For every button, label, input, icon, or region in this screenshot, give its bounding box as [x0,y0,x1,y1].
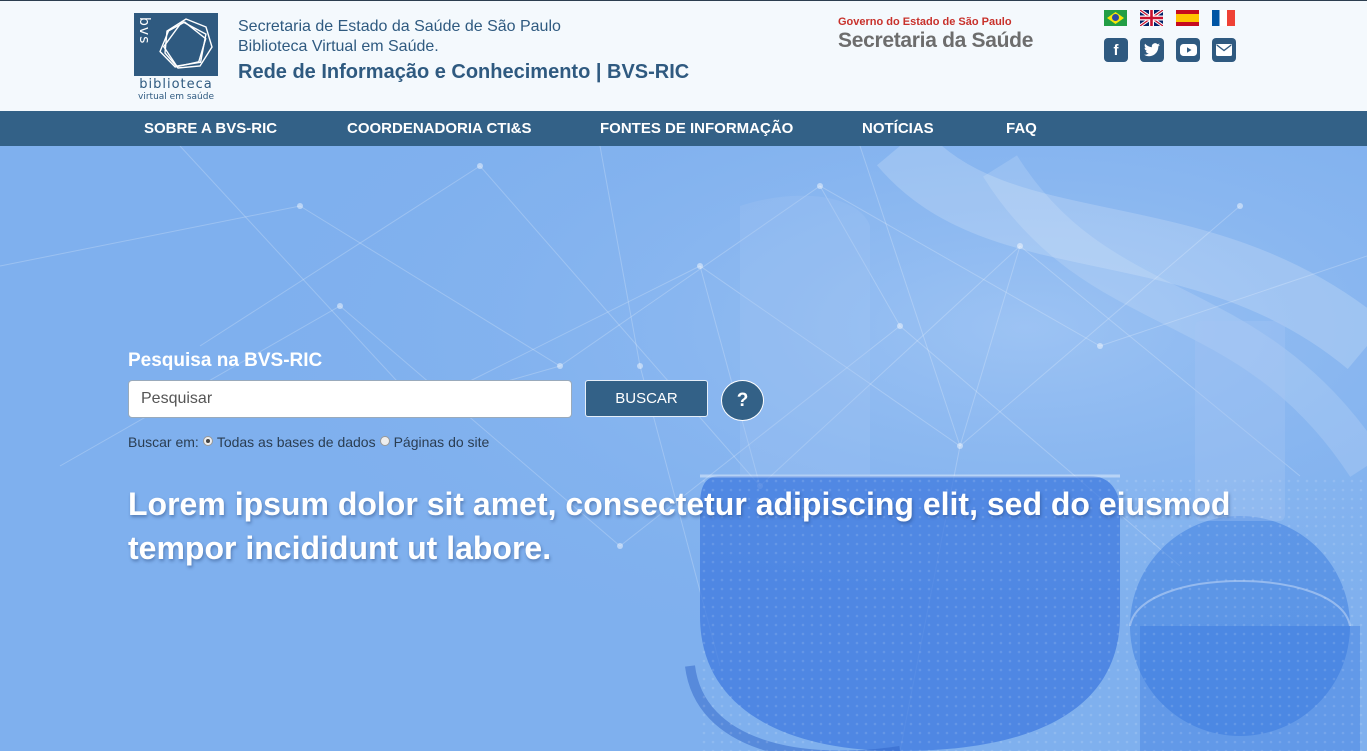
org-line-2: Biblioteca Virtual em Saúde. [238,38,439,55]
hero-lead-text: Lorem ipsum dolor sit amet, consectetur … [128,486,1231,566]
nav-item-coordenadoria[interactable]: COORDENADORIA CTI&S [347,111,531,146]
search-title: Pesquisa na BVS-RIC [128,350,323,371]
nav-item-faq[interactable]: FAQ [1006,111,1037,146]
radio-all-databases-label[interactable]: Todas as bases de dados [217,434,376,450]
flag-brazil-icon[interactable] [1104,10,1127,26]
org-title: Secretaria de Estado da Saúde de São Pau… [238,17,689,85]
gov-logo-line2: Secretaria da Saúde [838,29,1034,52]
org-line-1: Secretaria de Estado da Saúde de São Pau… [238,18,561,35]
hero-banner: Pesquisa na BVS-RIC BUSCAR ? Buscar em: … [0,146,1367,751]
nav-item-sobre[interactable]: SOBRE A BVS-RIC [144,111,277,146]
bvs-logo-graphic: bvs [136,17,213,69]
facebook-icon[interactable]: f [1104,38,1128,62]
nav-item-noticias[interactable]: NOTÍCIAS [862,111,934,146]
logo-mark-text: bvs [136,17,152,44]
twitter-icon[interactable] [1140,38,1164,62]
flag-spain-icon[interactable] [1176,10,1199,26]
email-icon[interactable] [1212,38,1236,62]
radio-site-pages[interactable] [379,436,390,446]
logo-wordmark-line1: biblioteca [139,77,213,92]
radio-site-pages-label[interactable]: Páginas do site [394,434,490,450]
language-selector [1104,10,1235,26]
search-scope-label: Buscar em: [128,434,199,450]
gov-logo[interactable]: Governo do Estado de São Paulo Secretari… [838,16,1033,53]
logo-wordmark-line2: virtual em saúde [138,92,214,102]
flag-france-icon[interactable] [1212,10,1235,26]
bvs-logo-mark: bvs [134,13,218,76]
bvs-logo[interactable]: bvs biblioteca virtual em saúde [134,13,218,103]
flag-uk-icon[interactable] [1140,10,1163,26]
main-nav: SOBRE A BVS-RIC COORDENADORIA CTI&S FONT… [0,111,1367,146]
nav-item-fontes[interactable]: FONTES DE INFORMAÇÃO [600,111,793,146]
radio-all-databases[interactable] [202,436,213,446]
search-input[interactable] [128,380,572,418]
gov-logo-line1: Governo do Estado de São Paulo [838,16,1012,28]
search-button[interactable]: BUSCAR [585,380,708,417]
search-scope: Buscar em: Todas as bases de dados Págin… [128,434,489,450]
youtube-icon[interactable] [1176,38,1200,62]
site-title[interactable]: Rede de Informação e Conhecimento | BVS-… [238,59,689,85]
search-help-button[interactable]: ? [721,380,764,421]
social-links: f [1104,38,1236,62]
site-header: bvs biblioteca virtual em saúde Secretar… [0,0,1367,111]
